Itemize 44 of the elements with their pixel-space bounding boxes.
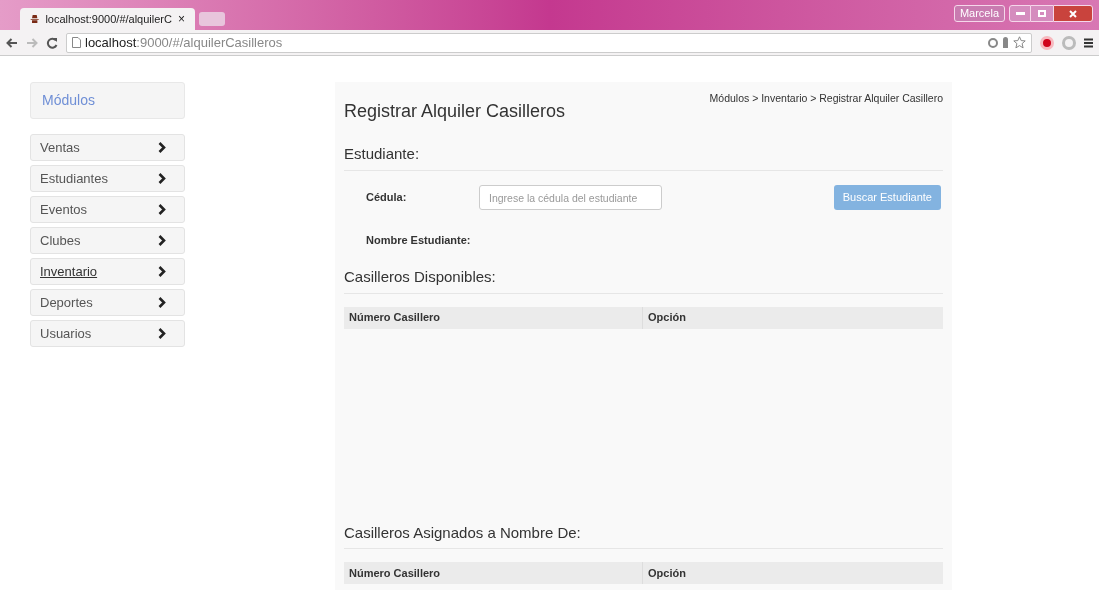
- back-icon[interactable]: [6, 37, 18, 48]
- chevron-right-icon: [158, 328, 166, 339]
- column-header: Opción: [647, 310, 687, 326]
- minimize-icon: [1015, 12, 1025, 15]
- sidebar-item[interactable]: Eventos: [30, 196, 185, 223]
- section-heading: Estudiante:: [344, 143, 943, 171]
- sidebar-item[interactable]: Inventario: [30, 258, 185, 285]
- column-header: Opción: [647, 565, 687, 581]
- name-label: Nombre Estudiante:: [366, 232, 472, 248]
- column-header: Número Casillero: [344, 306, 643, 329]
- maximize-button[interactable]: [1031, 5, 1053, 22]
- close-icon: [1069, 9, 1077, 18]
- column-header: Número Casillero: [344, 562, 643, 584]
- section-heading: Casilleros Asignados a Nombre De:: [344, 521, 943, 549]
- tab-title: localhost:9000/#/alquilerC: [45, 11, 172, 27]
- minimize-button[interactable]: [1009, 5, 1031, 22]
- chevron-right-icon: [158, 142, 166, 153]
- chevron-right-icon: [158, 235, 166, 246]
- breadcrumb: Módulos > Inventario > Registrar Alquiler Casillero: [709, 91, 943, 106]
- menu-icon[interactable]: [1084, 37, 1093, 48]
- sidebar-item[interactable]: Clubes: [30, 227, 185, 254]
- star-icon[interactable]: [1013, 36, 1026, 49]
- sidebar-item[interactable]: Deportes: [30, 289, 185, 316]
- close-button[interactable]: [1053, 5, 1093, 22]
- close-icon[interactable]: ×: [178, 10, 185, 28]
- chevron-right-icon: [158, 297, 166, 308]
- sidebar-item[interactable]: Ventas: [30, 134, 185, 161]
- maximize-icon: [1038, 10, 1046, 17]
- sidebar-item[interactable]: Estudiantes: [30, 165, 185, 192]
- sidebar-item[interactable]: Usuarios: [30, 320, 185, 347]
- chevron-right-icon: [158, 266, 166, 277]
- cedula-field[interactable]: Ingrese la cédula del estudiante: [479, 185, 662, 210]
- reload-icon[interactable]: [46, 36, 58, 49]
- page-title: Registrar Alquiler Casilleros: [344, 100, 566, 123]
- spy-icon: [30, 12, 40, 26]
- url-text: localhost:9000/#/alquilerCasilleros: [85, 33, 283, 52]
- chevron-right-icon: [158, 173, 166, 184]
- sidebar-header: Módulos: [30, 82, 185, 119]
- section-heading: Casilleros Disponibles:: [344, 266, 943, 294]
- page-icon: [72, 37, 81, 48]
- chevron-right-icon: [158, 204, 166, 215]
- cedula-label: Cédula:: [366, 190, 408, 206]
- browser-tab[interactable]: localhost:9000/#/alquilerC ×: [20, 8, 195, 30]
- address-bar[interactable]: localhost:9000/#/alquilerCasilleros: [66, 32, 1032, 53]
